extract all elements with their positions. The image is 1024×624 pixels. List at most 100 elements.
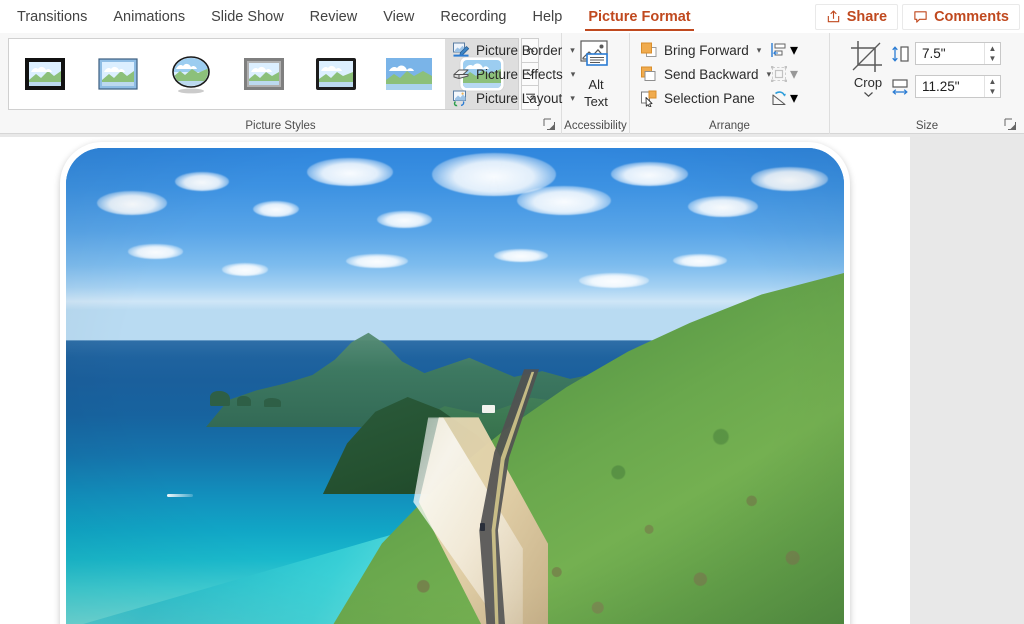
tab-label: View — [383, 8, 415, 25]
picture-layout-label: Picture Layout — [476, 90, 563, 106]
tab-animations[interactable]: Animations — [100, 0, 198, 33]
tab-transitions[interactable]: Transitions — [4, 0, 100, 33]
shape-width-input[interactable]: 11.25" ▲ ▼ — [915, 75, 1001, 98]
chevron-down-icon[interactable]: ▾ — [790, 40, 798, 60]
picture-style-metal-oval[interactable] — [154, 39, 227, 109]
bring-forward-button[interactable]: Bring Forward ▾ — [636, 38, 775, 62]
picture-styles-commands: Picture Border ▾ Picture Effects ▾ Pictu… — [448, 38, 579, 110]
picture-style-soft-edge-rectangle[interactable] — [373, 39, 446, 109]
chevron-down-icon[interactable]: ▾ — [790, 64, 798, 84]
tab-help[interactable]: Help — [519, 0, 575, 33]
picture-style-drop-shadow-rectangle[interactable] — [227, 39, 300, 109]
tab-label: Transitions — [17, 8, 88, 25]
style-thumb-icon — [385, 58, 432, 90]
photo-building — [482, 405, 495, 414]
spinner-up-icon[interactable]: ▲ — [985, 43, 1000, 54]
comment-bubble-icon — [914, 11, 927, 23]
rotate-icon — [772, 91, 786, 106]
picture-styles-gallery[interactable] — [8, 38, 519, 110]
arrange-mini-commands: ▾ ▾ ▾ — [770, 38, 798, 110]
picture-border-button[interactable]: Picture Border ▾ — [448, 38, 579, 62]
picture-effects-label: Picture Effects — [476, 66, 563, 82]
group-objects-button[interactable]: ▾ — [770, 62, 798, 86]
tab-bar-actions: Share Comments — [814, 0, 1020, 33]
spinner-down-icon[interactable]: ▼ — [985, 87, 1000, 98]
size-dialog-launcher[interactable] — [1004, 118, 1017, 131]
rotate-objects-button[interactable]: ▾ — [770, 86, 798, 110]
shape-height-icon — [892, 45, 909, 62]
picture-frame[interactable] — [60, 142, 850, 624]
chevron-down-icon[interactable]: ▾ — [757, 45, 762, 56]
align-objects-button[interactable]: ▾ — [770, 38, 798, 62]
picture-style-simple-frame-black[interactable] — [9, 39, 82, 109]
group-label-accessibility: Accessibility — [564, 120, 627, 132]
share-button[interactable]: Share — [814, 3, 899, 30]
photo-cloud — [307, 157, 393, 187]
group-label-size: Size — [915, 120, 939, 132]
picture-layout-button[interactable]: Picture Layout ▾ — [448, 86, 579, 110]
share-icon — [827, 10, 839, 23]
group-label-picture-styles: Picture Styles — [245, 120, 316, 132]
shape-width-value: 11.25" — [922, 79, 960, 94]
picture-styles-dialog-launcher[interactable] — [543, 118, 556, 131]
spinner-up-icon[interactable]: ▲ — [985, 76, 1000, 87]
alt-text-button[interactable]: Alt Text — [562, 39, 630, 109]
photo-boat — [167, 494, 194, 498]
photo-car — [479, 523, 485, 532]
style-thumb-icon — [98, 58, 138, 90]
tab-slide-show[interactable]: Slide Show — [198, 0, 297, 33]
ribbon-group-size: Crop 7.5" ▲ ▼ 11.25" ▲ ▼ Size — [830, 33, 1024, 134]
send-backward-label: Send Backward — [664, 66, 759, 82]
picture-effects-icon — [453, 69, 469, 79]
chevron-down-icon[interactable] — [863, 91, 874, 98]
tab-picture-format[interactable]: Picture Format — [575, 0, 703, 33]
tab-label: Help — [532, 8, 563, 25]
picture-effects-button[interactable]: Picture Effects ▾ — [448, 62, 579, 86]
send-backward-button[interactable]: Send Backward ▾ — [636, 62, 775, 86]
group-label-arrange: Arrange — [709, 120, 750, 132]
photo-cloud — [128, 244, 183, 259]
photo-cloud — [377, 210, 432, 228]
picture-style-beveled-matte-white[interactable] — [82, 39, 155, 109]
selection-pane-button[interactable]: Selection Pane — [636, 86, 775, 110]
selection-pane-label: Selection Pane — [664, 90, 755, 106]
style-thumb-icon — [171, 56, 210, 94]
photo-islet — [209, 390, 231, 407]
picture-style-reflected-rounded-rectangle[interactable] — [300, 39, 373, 109]
dialog-launcher-icon — [1004, 118, 1016, 130]
crop-icon — [851, 41, 882, 72]
photo-islet — [237, 395, 252, 407]
powerpoint-window: Transitions Animations Slide Show Review… — [0, 0, 1024, 624]
shape-height-value: 7.5" — [922, 46, 946, 61]
comments-button[interactable]: Comments — [902, 3, 1020, 30]
bring-forward-label: Bring Forward — [664, 42, 749, 58]
chevron-down-icon[interactable]: ▾ — [790, 88, 798, 108]
picture-layout-icon — [453, 90, 466, 107]
tab-label: Picture Format — [588, 8, 691, 25]
arrange-commands: Bring Forward ▾ Send Backward ▾ Selectio… — [636, 38, 775, 110]
shape-height-row: 7.5" ▲ ▼ — [890, 42, 1001, 65]
spinner-down-icon[interactable]: ▼ — [985, 54, 1000, 65]
ribbon-group-picture-styles: Picture Border ▾ Picture Effects ▾ Pictu… — [0, 33, 575, 134]
ribbon-group-arrange: Bring Forward ▾ Send Backward ▾ Selectio… — [630, 33, 830, 134]
shape-height-spinner: ▲ ▼ — [984, 43, 1000, 64]
shape-height-input[interactable]: 7.5" ▲ ▼ — [915, 42, 1001, 65]
photo-cloud — [221, 263, 269, 276]
crop-label: Crop — [853, 75, 883, 90]
style-thumb-icon — [25, 58, 66, 90]
style-thumb-icon — [316, 58, 357, 90]
tab-review[interactable]: Review — [297, 0, 371, 33]
tab-label: Review — [309, 8, 358, 25]
tab-label: Animations — [113, 8, 186, 25]
pencil-border-icon — [453, 42, 470, 57]
tab-label: Slide Show — [211, 8, 284, 25]
coastal-landscape-photo[interactable] — [66, 148, 844, 624]
send-backward-icon — [641, 66, 656, 81]
ribbon-tabs: Transitions Animations Slide Show Review… — [0, 0, 704, 33]
slide-canvas[interactable] — [0, 137, 910, 624]
dialog-launcher-icon — [543, 118, 555, 130]
shape-width-row: 11.25" ▲ ▼ — [890, 75, 1001, 98]
tab-view[interactable]: View — [370, 0, 427, 33]
crop-button[interactable]: Crop — [840, 39, 896, 98]
tab-recording[interactable]: Recording — [427, 0, 519, 33]
